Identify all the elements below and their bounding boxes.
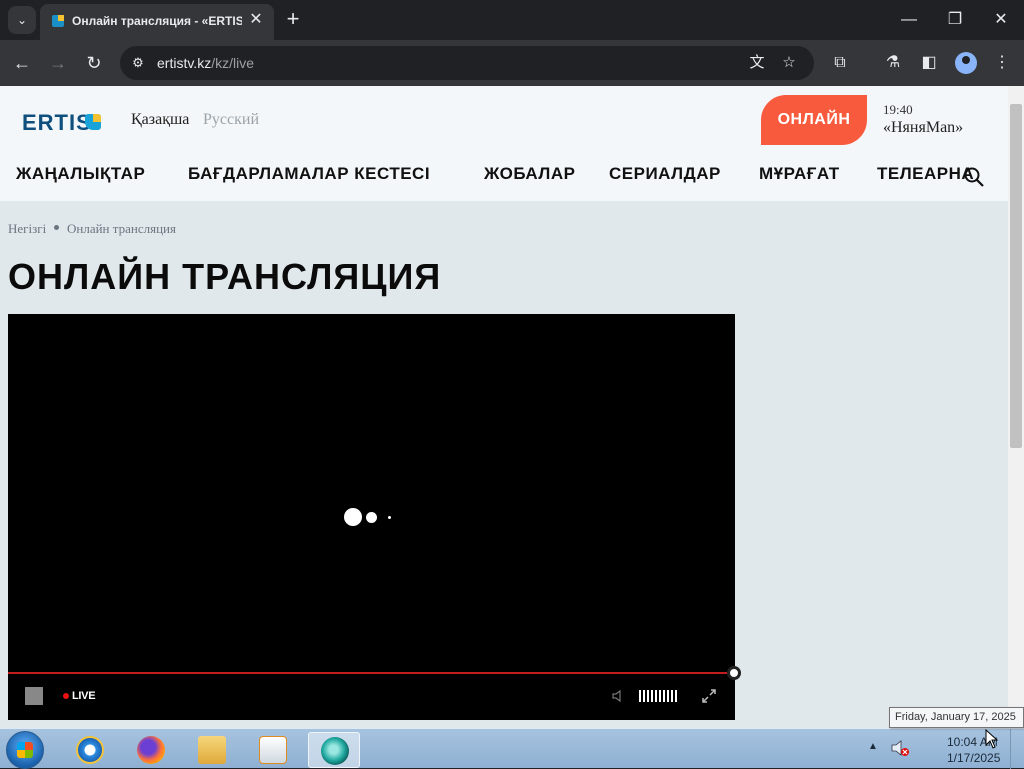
page-scrollbar[interactable] <box>1008 86 1024 728</box>
menu-kebab-icon[interactable]: ⋮ <box>991 52 1013 74</box>
nav-item-channel[interactable]: ТЕЛЕАРНА <box>877 164 974 184</box>
breadcrumb-home[interactable]: Негізгі <box>8 221 46 237</box>
main-nav: ЖАҢАЛЫҚТАР БАҒДАРЛАМАЛАР КЕСТЕСІ ЖОБАЛАР… <box>0 164 1008 194</box>
start-button[interactable] <box>6 731 44 769</box>
taskbar-active-app[interactable] <box>308 732 360 768</box>
internet-explorer-icon <box>76 736 104 764</box>
progress-knob[interactable] <box>727 666 741 680</box>
active-app-icon <box>321 737 349 765</box>
restore-icon[interactable]: ❐ <box>943 8 967 32</box>
tab-search-button[interactable]: ⌄ <box>8 6 36 34</box>
progress-bar[interactable] <box>8 672 735 674</box>
site-logo[interactable]: ERTIS <box>22 110 92 136</box>
side-panel-icon[interactable]: ◧ <box>918 52 940 74</box>
url-text[interactable]: ertistv.kz/kz/live <box>157 55 254 71</box>
show-desktop-button[interactable] <box>1010 729 1024 769</box>
close-window-icon[interactable]: ✕ <box>989 8 1013 32</box>
live-indicator-dot <box>63 693 69 699</box>
minimize-icon[interactable]: — <box>897 8 921 32</box>
extensions-icon[interactable]: ⧉ <box>829 52 851 74</box>
now-playing-show[interactable]: «НяняМan» <box>883 119 963 137</box>
page-title: ОНЛАЙН ТРАНСЛЯЦИЯ <box>8 256 442 297</box>
live-label: LIVE <box>72 690 96 702</box>
web-page: ERTIS Қазақша Русский ОНЛАЙН 19:40 «Няня… <box>0 86 1008 728</box>
volume-slider[interactable] <box>639 690 679 702</box>
stop-button[interactable] <box>25 687 43 705</box>
taskbar-firefox[interactable] <box>125 732 177 768</box>
taskbar-media-player[interactable] <box>247 732 299 768</box>
nav-item-schedule[interactable]: БАҒДАРЛАМАЛАР КЕСТЕСІ <box>188 164 430 184</box>
video-player[interactable]: LIVE <box>8 314 741 720</box>
bookmark-star-icon[interactable]: ☆ <box>780 54 798 72</box>
logo-mark-icon <box>85 114 101 130</box>
site-info-icon[interactable]: ⚙ <box>130 55 146 71</box>
lang-russian-link[interactable]: Русский <box>203 111 259 129</box>
volume-icon[interactable] <box>611 688 627 704</box>
close-tab-icon[interactable]: ✕ <box>247 11 265 29</box>
windows-taskbar: ▲ 10:04 AM 1/17/2025 <box>0 728 1024 769</box>
scrollbar-thumb[interactable] <box>1010 104 1022 448</box>
forward-icon[interactable]: → <box>46 51 70 75</box>
search-icon[interactable] <box>963 166 985 188</box>
clock-date[interactable]: 1/17/2025 <box>947 751 1000 765</box>
nav-item-news[interactable]: ЖАҢАЛЫҚТАР <box>16 164 145 184</box>
date-tooltip: Friday, January 17, 2025 <box>889 707 1024 728</box>
translate-icon[interactable]: 文 <box>748 54 766 72</box>
nav-item-series[interactable]: СЕРИАЛДАР <box>609 164 721 184</box>
loading-spinner-icon <box>344 508 404 526</box>
browser-tab-bar: ⌄ Онлайн трансляция - «ERTIS» ✕ + — ❐ ✕ <box>0 0 1024 40</box>
taskbar-ie[interactable] <box>64 732 116 768</box>
lang-kazakh-link[interactable]: Қазақша <box>131 111 189 129</box>
tab-title: Онлайн трансляция - «ERTIS» <box>72 14 242 28</box>
site-header: ERTIS Қазақша Русский ОНЛАЙН 19:40 «Няня… <box>0 86 1008 201</box>
back-icon[interactable]: ← <box>10 51 34 75</box>
profile-avatar-icon[interactable] <box>955 52 977 74</box>
nav-item-archive[interactable]: МҰРАҒАТ <box>759 164 840 184</box>
volume-muted-icon[interactable] <box>890 739 910 757</box>
browser-toolbar: ← → ↻ ⚙ ertistv.kz/kz/live 文 ☆ ⧉ ⚗ ◧ ⋮ <box>0 40 1024 86</box>
breadcrumb-separator <box>54 225 59 230</box>
fullscreen-icon[interactable] <box>701 688 717 704</box>
show-hidden-icons-icon[interactable]: ▲ <box>868 741 878 752</box>
taskbar-explorer[interactable] <box>186 732 238 768</box>
file-explorer-icon <box>198 736 226 764</box>
firefox-icon <box>137 736 165 764</box>
live-button[interactable]: ОНЛАЙН <box>761 95 867 145</box>
nav-item-projects[interactable]: ЖОБАЛАР <box>484 164 575 184</box>
reload-icon[interactable]: ↻ <box>82 51 106 75</box>
mouse-cursor-icon <box>985 729 999 749</box>
breadcrumb-current: Онлайн трансляция <box>67 221 176 236</box>
now-playing-time: 19:40 <box>883 102 913 117</box>
labs-flask-icon[interactable]: ⚗ <box>882 52 904 74</box>
media-player-icon <box>259 736 287 764</box>
ertis-favicon-icon <box>52 15 64 27</box>
address-bar[interactable]: ⚙ ertistv.kz/kz/live 文 ☆ <box>120 46 814 80</box>
new-tab-button[interactable]: + <box>282 8 304 30</box>
browser-tab[interactable]: Онлайн трансляция - «ERTIS» ✕ <box>40 4 274 40</box>
